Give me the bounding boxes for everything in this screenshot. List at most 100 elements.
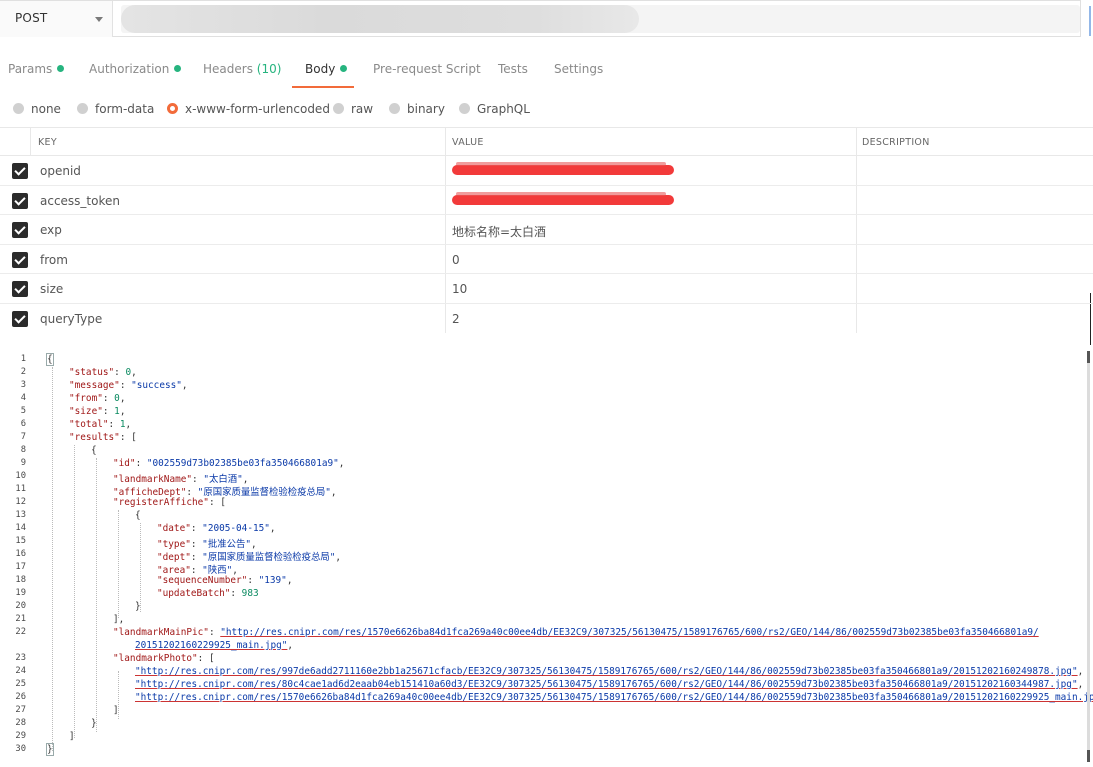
- json-punctuation: :: [191, 523, 202, 534]
- redacted-value[interactable]: [452, 195, 674, 205]
- json-punctuation: }: [135, 601, 141, 612]
- json-punctuation: ,: [120, 393, 126, 404]
- row-key[interactable]: exp: [40, 223, 62, 237]
- body-type-binary[interactable]: binary: [389, 102, 445, 116]
- tab-authorization[interactable]: Authorization: [89, 62, 181, 76]
- json-punctuation: :: [114, 367, 125, 378]
- line-number: 1: [0, 354, 26, 364]
- tab-body[interactable]: Body: [305, 62, 347, 76]
- code-line: "updateBatch": 983: [157, 588, 259, 599]
- vertical-scrollbar[interactable]: [1087, 351, 1090, 761]
- row-key[interactable]: openid: [40, 164, 81, 178]
- json-punctuation: ,: [287, 640, 293, 651]
- json-punctuation: ,: [131, 367, 137, 378]
- status-dot-icon: [340, 65, 347, 72]
- json-url-link[interactable]: 20151202160229925_main.jpg": [135, 640, 287, 651]
- json-key: "id": [113, 458, 136, 469]
- tab-settings[interactable]: Settings: [554, 62, 603, 76]
- json-key: "total": [69, 419, 109, 430]
- json-punctuation: :: [136, 458, 147, 469]
- code-line: "sequenceNumber": "139",: [157, 575, 293, 586]
- indent-guide: [74, 445, 76, 738]
- column-header-description: DESCRIPTION: [862, 137, 930, 148]
- method-label: POST: [15, 11, 47, 25]
- tab-params[interactable]: Params: [8, 62, 64, 76]
- json-url-link[interactable]: "http://res.cnipr.com/res/1570e6626ba84d…: [135, 692, 1093, 703]
- scrollbar-thumb[interactable]: [1087, 351, 1090, 363]
- code-line: "afficheDept": "原国家质量监督检验检疫总局",: [113, 484, 337, 498]
- body-type-graphql[interactable]: GraphQL: [459, 102, 530, 116]
- response-body-viewer[interactable]: 1{2"status": 0,3"message": "success",4"f…: [0, 351, 1093, 767]
- row-key[interactable]: from: [40, 253, 68, 267]
- json-punctuation: ,: [182, 380, 188, 391]
- json-punctuation: ,: [120, 406, 126, 417]
- json-string: "success": [131, 380, 182, 391]
- code-line: "size": 1,: [69, 406, 125, 417]
- json-key: "size": [69, 406, 103, 417]
- row-key[interactable]: access_token: [40, 194, 120, 208]
- status-dot-icon: [57, 65, 64, 72]
- json-key: "sequenceNumber": [157, 575, 247, 586]
- code-line: ]: [113, 705, 119, 716]
- send-button-edge[interactable]: [1089, 6, 1091, 36]
- json-punctuation: : [: [120, 432, 137, 443]
- indent-guide: [118, 510, 120, 618]
- code-line: "results": [: [69, 432, 137, 443]
- line-number: 11: [0, 484, 26, 494]
- code-line: {: [91, 445, 97, 456]
- row-checkbox[interactable]: [12, 193, 28, 209]
- code-line: 20151202160229925_main.jpg",: [135, 640, 293, 651]
- redacted-value[interactable]: [452, 165, 674, 175]
- body-type-x-www-form-urlencoded[interactable]: x-www-form-urlencoded: [167, 102, 330, 116]
- json-punctuation: ,: [339, 458, 345, 469]
- scrollbar-thumb[interactable]: [1087, 750, 1090, 762]
- code-line: "landmarkPhoto": [: [113, 653, 215, 664]
- row-key[interactable]: queryType: [40, 312, 102, 326]
- radio-icon: [77, 103, 88, 114]
- code-line: "landmarkMainPic": "http://res.cnipr.com…: [113, 627, 1039, 638]
- column-divider: [30, 127, 31, 156]
- tab-pre-request-script[interactable]: Pre-request Script: [373, 62, 481, 76]
- json-key: "updateBatch": [157, 588, 230, 599]
- body-type-none[interactable]: none: [13, 102, 61, 116]
- line-number: 6: [0, 419, 26, 429]
- json-string: "002559d73b02385be03fa350466801a9": [147, 458, 339, 469]
- row-value[interactable]: 0: [452, 253, 460, 267]
- json-punctuation: ,: [331, 487, 337, 498]
- tab-tests[interactable]: Tests: [498, 62, 528, 76]
- request-bar: POST: [0, 0, 1081, 37]
- json-url-link[interactable]: "http://res.cnipr.com/res/997de6add27111…: [135, 666, 1078, 677]
- json-punctuation: ]: [113, 705, 119, 716]
- tab-headers[interactable]: Headers (10): [203, 62, 281, 76]
- json-punctuation: :: [120, 380, 131, 391]
- line-number: 16: [0, 549, 26, 559]
- row-key[interactable]: size: [40, 282, 63, 296]
- row-checkbox[interactable]: [12, 311, 28, 327]
- json-punctuation: : [: [209, 497, 226, 508]
- code-line: "area": "陕西",: [157, 562, 238, 576]
- row-checkbox[interactable]: [12, 252, 28, 268]
- code-line: {: [135, 510, 141, 521]
- json-url-link[interactable]: "http://res.cnipr.com/res/1570e6626ba84d…: [220, 627, 1038, 638]
- body-type-raw[interactable]: raw: [333, 102, 373, 116]
- body-type-form-data[interactable]: form-data: [77, 102, 154, 116]
- method-select[interactable]: POST: [0, 1, 113, 37]
- row-value[interactable]: 2: [452, 312, 460, 326]
- row-checkbox[interactable]: [12, 222, 28, 238]
- row-value[interactable]: 10: [452, 282, 467, 296]
- row-value[interactable]: 地标名称=太白酒: [452, 223, 546, 240]
- url-input[interactable]: [121, 5, 1080, 33]
- code-line: "dept": "原国家质量监督检验检疫总局",: [157, 549, 341, 563]
- json-punctuation: ,: [1078, 666, 1084, 677]
- json-url-link[interactable]: "http://res.cnipr.com/res/80c4cae1ad6d2e…: [135, 679, 1078, 690]
- radio-icon: [333, 103, 344, 114]
- row-checkbox[interactable]: [12, 281, 28, 297]
- json-key: "results": [69, 432, 120, 443]
- line-number: 10: [0, 471, 26, 481]
- json-key: "landmarkPhoto": [113, 653, 198, 664]
- indent-guide: [96, 458, 98, 732]
- code-line: "registerAffiche": [: [113, 497, 226, 508]
- row-checkbox[interactable]: [12, 163, 28, 179]
- radio-icon: [13, 103, 24, 114]
- code-line: ],: [113, 614, 124, 625]
